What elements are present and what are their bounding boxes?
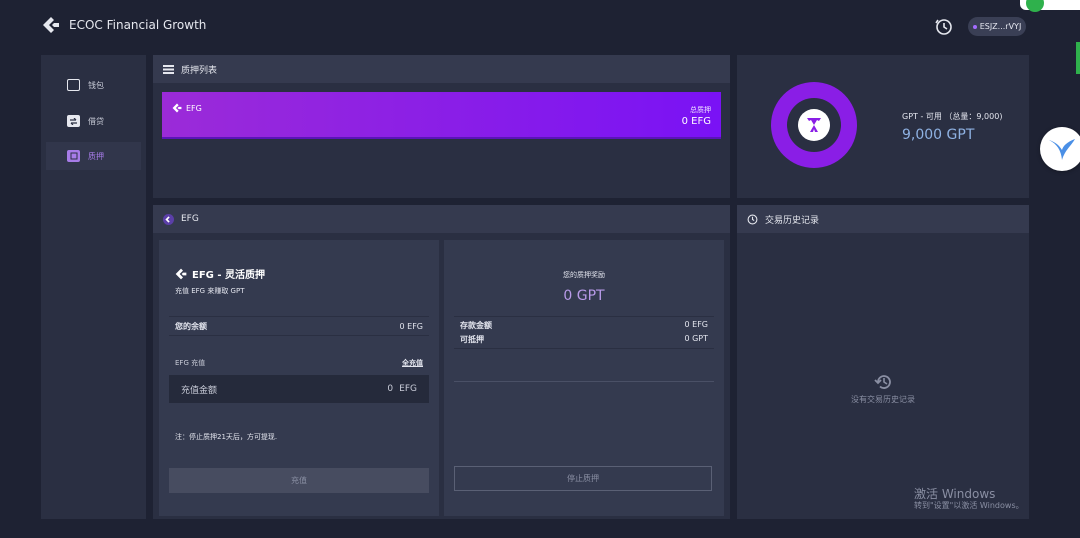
pledge-list-header: 质押列表 [153,55,730,83]
efg-panel-header: EFG [153,205,730,233]
top-bar: ECOC Financial Growth ESJZ...rVYJ [0,0,1080,55]
pledge-list-panel: 质押列表 EFG 总质押 0 EFG [153,55,730,198]
total-pledge-value: 0 EFG [681,116,711,127]
history-empty-text: 没有交易历史记录 [851,395,915,404]
history-restore-icon [874,375,891,389]
bird-icon [1049,139,1075,160]
panel-title: EFG [181,214,199,224]
history-clock-button[interactable] [934,17,954,37]
pledge-icon [67,150,80,162]
history-panel: 交易历史记录 没有交易历史记录 [737,205,1029,519]
pledge-card-efg[interactable]: EFG 总质押 0 EFG [162,92,721,139]
deposit-label: EFG 充值 [175,359,206,367]
app-logo[interactable]: ECOC Financial Growth [42,16,206,34]
wallet-address-button[interactable]: ESJZ...rVYJ [968,17,1026,36]
deposit-row: EFG 充值 全充值 [175,358,423,368]
history-header: 交易历史记录 [737,205,1029,233]
staking-heading: EFG - 灵活质押 [175,266,265,281]
stop-staking-button[interactable]: 停止质押 [454,466,712,491]
staking-heading-text: EFG - 灵活质押 [192,270,265,281]
balance-row: 您的余额 0 EFG [169,316,429,336]
deposit-input-placeholder: 充值金额 [181,385,218,396]
clock-icon [935,19,952,35]
token-glyph-icon [807,118,821,132]
scroll-indicator[interactable] [1076,42,1080,74]
status-dot-icon [972,24,977,29]
withdrawable-label: 可抵押 [460,335,484,344]
withdrawable-value: 0 GPT [684,334,708,343]
sidebar-item-loan[interactable]: 借贷 [46,107,141,135]
sidebar-item-pledge[interactable]: 质押 [46,142,141,170]
reward-details: 存款金额 0 EFG 可抵押 0 GPT [454,316,714,349]
sidebar-item-label: 质押 [88,151,104,161]
history-empty-state: 没有交易历史记录 [737,373,1029,405]
withdraw-note: 注：停止质押21天后，方可提现. [175,433,278,441]
balance-value: 0 EFG [399,321,424,331]
app-title: ECOC Financial Growth [69,18,207,32]
deposit-amount-label: 存款金额 [460,321,492,330]
staking-subheading: 充值 EFG 来赚取 GPT [175,287,245,295]
divider [454,381,714,382]
reward-value: 0 GPT [563,288,605,304]
gpt-available-value: 9,000 GPT [902,127,975,143]
pledge-card-token-label: EFG [186,103,202,113]
deposit-input-unit: EFG [399,384,417,394]
deposit-amount-input[interactable]: 充值金额 0 EFG [169,375,429,403]
sidebar-item-wallet[interactable]: 钱包 [46,71,141,99]
deposit-submit-button[interactable]: 充值 [169,468,429,493]
clock-icon [747,214,758,224]
ecoc-logo-icon [42,16,60,34]
balance-label: 您的余额 [175,321,207,331]
efg-panel: EFG EFG - 灵活质押 充值 EFG 来赚取 GPT 您的余额 0 EFG… [153,205,730,519]
wallet-address: ESJZ...rVYJ [979,22,1022,31]
gpt-available-label: GPT - 可用 （总量：9,000) [902,112,1003,121]
floating-assistant-button[interactable] [1040,127,1080,171]
gpt-summary-panel: GPT - 可用 （总量：9,000) 9,000 GPT [737,55,1029,198]
panel-title: 交易历史记录 [765,215,820,226]
ecoc-logo-icon [172,103,182,113]
sidebar: 钱包 借贷 质押 [41,55,146,519]
pledge-card-token: EFG [172,103,202,113]
exchange-icon [67,115,80,127]
gpt-donut-chart [771,82,857,168]
windows-activation-hint: 转到"设置"以激活 Windows。 [914,501,1024,510]
list-icon [163,64,174,74]
token-logo [798,109,830,141]
total-pledge-label: 总质押 [690,106,711,114]
reward-label: 您的质押奖励 [563,271,605,279]
wallet-icon [67,79,80,91]
staking-reward-card: 您的质押奖励 0 GPT 存款金额 0 EFG 可抵押 0 GPT 停止质押 [444,240,724,516]
panel-title: 质押列表 [181,65,218,76]
ecoc-logo-icon [175,268,187,279]
deposit-input-value: 0 [387,384,394,394]
efg-token-icon [163,213,174,225]
flexible-staking-card: EFG - 灵活质押 充值 EFG 来赚取 GPT 您的余额 0 EFG EFG… [159,240,439,516]
sidebar-item-label: 借贷 [88,116,104,126]
sidebar-item-label: 钱包 [88,80,104,90]
deposit-amount-value: 0 EFG [684,320,709,329]
deposit-all-link[interactable]: 全充值 [402,358,423,368]
